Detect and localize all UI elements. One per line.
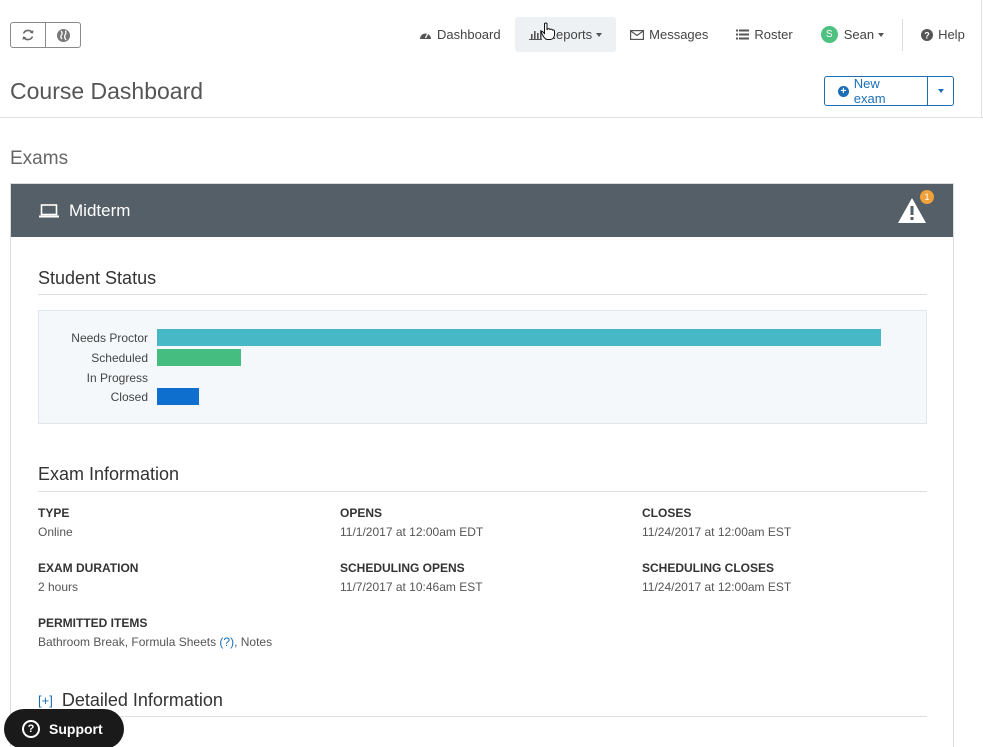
status-row: Closed bbox=[39, 388, 199, 405]
info-type: TYPE Online bbox=[38, 506, 73, 539]
nav-reports[interactable]: Reports bbox=[514, 17, 617, 52]
nav-messages-label: Messages bbox=[649, 27, 709, 42]
status-bar[interactable] bbox=[157, 388, 199, 405]
exam-title: Midterm bbox=[69, 200, 131, 220]
status-row: In Progress bbox=[39, 369, 157, 386]
dashboard-icon bbox=[419, 29, 432, 40]
section-heading-exams: Exams bbox=[10, 148, 69, 169]
info-key: SCHEDULING OPENS bbox=[340, 561, 465, 575]
chevron-down-icon bbox=[878, 32, 885, 37]
page-title: Course Dashboard bbox=[10, 78, 204, 104]
status-label: Needs Proctor bbox=[71, 330, 148, 345]
info-key: TYPE bbox=[38, 506, 70, 520]
info-key: SCHEDULING CLOSES bbox=[642, 561, 775, 575]
support-label: Support bbox=[49, 721, 103, 737]
detailed-information-divider bbox=[38, 716, 927, 717]
header-divider bbox=[0, 117, 983, 118]
refresh-icon bbox=[22, 29, 34, 41]
nav-dashboard[interactable]: Dashboard bbox=[405, 17, 515, 52]
exam-card-header[interactable]: Midterm 1 bbox=[11, 184, 953, 237]
nav-dashboard-label: Dashboard bbox=[437, 27, 501, 42]
info-value: 11/7/2017 at 10:46am EST bbox=[340, 580, 483, 594]
info-value: 11/1/2017 at 12:00am EDT bbox=[340, 525, 484, 539]
list-icon bbox=[736, 29, 750, 40]
detailed-information-heading: Detailed Information bbox=[61, 690, 223, 710]
status-row: Needs Proctor bbox=[39, 329, 881, 346]
nav-divider bbox=[902, 18, 904, 51]
formula-sheets-help-link[interactable]: (?) bbox=[219, 635, 234, 649]
globe-button[interactable] bbox=[45, 22, 81, 48]
info-closes: CLOSES 11/24/2017 at 12:00am EST bbox=[642, 506, 791, 539]
nav-messages[interactable]: Messages bbox=[616, 17, 722, 52]
expand-toggle[interactable]: [+] bbox=[38, 693, 53, 708]
new-exam-button[interactable]: + New exam bbox=[824, 76, 928, 106]
info-value: 2 hours bbox=[38, 580, 79, 594]
detailed-information-toggle[interactable]: [+] Detailed Information bbox=[38, 690, 223, 711]
globe-icon bbox=[56, 28, 70, 42]
info-key: PERMITTED ITEMS bbox=[38, 616, 148, 630]
chevron-down-icon bbox=[937, 89, 944, 93]
nav-help[interactable]: ? Help bbox=[907, 17, 979, 52]
status-label: In Progress bbox=[86, 370, 148, 385]
permitted-items-text: Bathroom Break, Formula Sheets bbox=[38, 635, 217, 649]
info-scheduling-closes: SCHEDULING CLOSES 11/24/2017 at 12:00am … bbox=[642, 561, 791, 594]
plus-circle-icon: + bbox=[838, 85, 849, 97]
status-bar[interactable] bbox=[157, 349, 241, 366]
new-exam-dropdown-toggle[interactable] bbox=[928, 76, 954, 106]
question-circle-icon: ? bbox=[22, 720, 40, 738]
envelope-icon bbox=[630, 29, 645, 40]
right-divider bbox=[981, 0, 982, 118]
chevron-down-icon bbox=[596, 32, 603, 37]
student-status-chart: Needs Proctor Scheduled In Progress Clos… bbox=[38, 310, 927, 424]
new-exam-label: New exam bbox=[853, 76, 886, 106]
top-bar: Dashboard Reports Messages Roster S Sean bbox=[0, 0, 983, 70]
nav-roster-label: Roster bbox=[754, 27, 793, 42]
refresh-button[interactable] bbox=[10, 22, 46, 48]
status-label: Scheduled bbox=[91, 350, 148, 365]
info-permitted-items: PERMITTED ITEMS Bathroom Break, Formula … bbox=[38, 616, 272, 649]
info-key: OPENS bbox=[340, 506, 383, 520]
info-value: 11/24/2017 at 12:00am EST bbox=[642, 525, 792, 539]
exam-information-divider bbox=[38, 491, 927, 492]
toolbar-button-group bbox=[10, 22, 81, 48]
help-icon: ? bbox=[921, 28, 934, 41]
alert-count-badge: 1 bbox=[920, 190, 934, 204]
info-value: 11/24/2017 at 12:00am EST bbox=[642, 580, 792, 594]
nav-user-name: Sean bbox=[843, 27, 875, 42]
nav-help-label: Help bbox=[938, 27, 965, 42]
status-label: Closed bbox=[110, 389, 148, 404]
exam-information-heading: Exam Information bbox=[38, 464, 180, 484]
nav-roster[interactable]: Roster bbox=[722, 17, 806, 52]
laptop-icon bbox=[39, 203, 59, 217]
permitted-items-text: , Notes bbox=[234, 635, 273, 649]
avatar: S bbox=[820, 26, 838, 43]
info-value: Online bbox=[38, 525, 73, 539]
info-duration: EXAM DURATION 2 hours bbox=[38, 561, 138, 594]
support-button[interactable]: ? Support bbox=[4, 709, 124, 747]
status-row: Scheduled bbox=[39, 349, 241, 366]
nav-user-menu[interactable]: S Sean bbox=[807, 17, 898, 52]
info-key: CLOSES bbox=[642, 506, 692, 520]
student-status-heading: Student Status bbox=[38, 268, 157, 288]
info-key: EXAM DURATION bbox=[38, 561, 139, 575]
main-nav: Dashboard Reports Messages Roster S Sean bbox=[405, 17, 979, 52]
new-exam-button-group: + New exam bbox=[824, 76, 954, 106]
svg-text:?: ? bbox=[924, 30, 930, 40]
info-scheduling-opens: SCHEDULING OPENS 11/7/2017 at 10:46am ES… bbox=[340, 561, 483, 594]
info-value: Bathroom Break, Formula Sheets (?), Note… bbox=[38, 635, 272, 649]
info-opens: OPENS 11/1/2017 at 12:00am EDT bbox=[340, 506, 483, 539]
status-bar[interactable] bbox=[157, 329, 881, 346]
exam-card: Midterm 1 Student Status Needs Proctor S… bbox=[10, 183, 954, 747]
hand-cursor-icon bbox=[540, 22, 555, 40]
student-status-divider bbox=[38, 294, 927, 295]
